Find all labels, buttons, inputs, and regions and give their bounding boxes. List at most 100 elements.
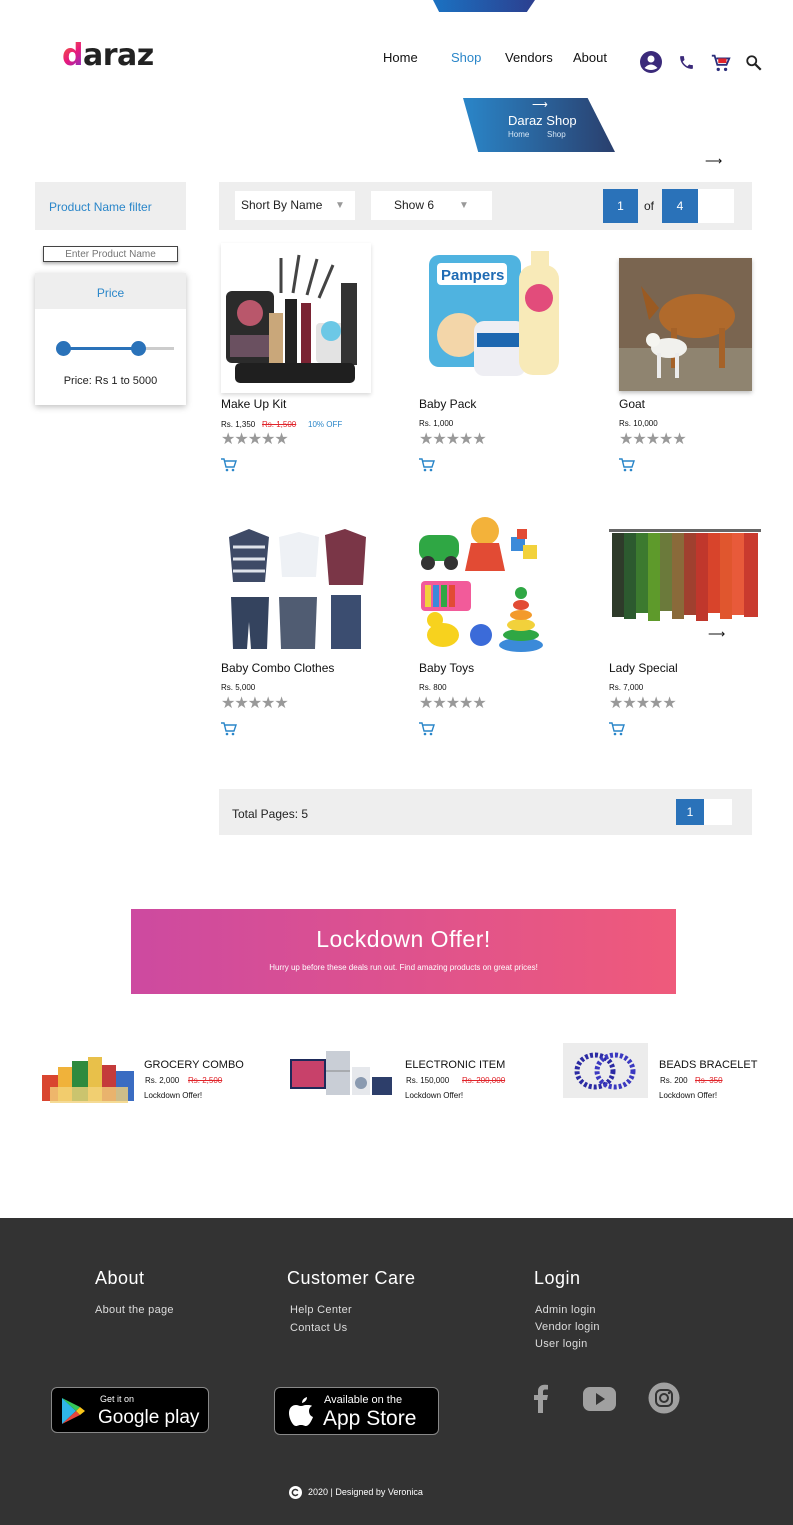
product-price: Rs. 1,000 (419, 419, 454, 428)
breadcrumb-home[interactable]: Home (508, 130, 529, 139)
star-rating[interactable]: ★★★★★ (221, 429, 289, 449)
product-name[interactable]: Baby Pack (419, 397, 476, 411)
footer-link-admin-login[interactable]: Admin login (535, 1304, 596, 1316)
footer (0, 1218, 793, 1525)
sort-select[interactable]: Short By Name ▼ (235, 191, 355, 220)
deal-image-bracelet[interactable] (563, 1043, 648, 1098)
google-play-big-text: Google play (98, 1407, 200, 1428)
product-name[interactable]: Goat (619, 397, 645, 411)
product-image-baby-toys[interactable] (413, 507, 553, 657)
deal-price: Rs. 200 (660, 1076, 688, 1085)
deal-note: Lockdown Offer! (405, 1091, 464, 1100)
star-rating[interactable]: ★★★★★ (619, 429, 687, 449)
price-slider-min-handle[interactable] (56, 341, 71, 356)
footer-care-title: Customer Care (287, 1268, 416, 1288)
product-image-goat[interactable] (619, 258, 752, 391)
google-play-icon (62, 1398, 85, 1424)
page-of-label: of (644, 199, 655, 213)
add-to-cart-icon[interactable] (619, 458, 635, 472)
copyright-text: 2020 | Designed by Veronica (308, 1487, 423, 1497)
arrow-right-icon[interactable]: ⟶ (705, 154, 722, 168)
instagram-icon[interactable] (648, 1382, 680, 1414)
footer-link-user-login[interactable]: User login (535, 1338, 588, 1350)
nav-shop[interactable]: Shop (451, 50, 481, 65)
deal-title[interactable]: GROCERY COMBO (144, 1059, 244, 1071)
add-to-cart-icon[interactable] (419, 458, 435, 472)
chevron-down-icon: ▼ (459, 200, 469, 211)
nav-about[interactable]: About (573, 50, 607, 65)
product-name[interactable]: Baby Combo Clothes (221, 661, 334, 675)
chevron-down-icon: ▼ (335, 200, 345, 211)
product-price: Rs. 800 (419, 683, 447, 692)
apple-icon (289, 1397, 313, 1426)
sort-select-label: Short By Name (241, 198, 323, 212)
price-title: Price (96, 286, 125, 300)
footer-login-title: Login (534, 1268, 581, 1288)
product-price: Rs. 10,000 (619, 419, 658, 428)
add-to-cart-icon[interactable] (419, 722, 435, 736)
footer-link-help-center[interactable]: Help Center (290, 1304, 352, 1316)
page-current[interactable]: 1 (603, 189, 638, 223)
product-price: Rs. 1,350 (221, 420, 256, 429)
footer-link-vendor-login[interactable]: Vendor login (535, 1321, 600, 1333)
page-button-1[interactable]: 1 (676, 799, 704, 825)
search-icon[interactable] (745, 54, 763, 72)
footer-link-about-page[interactable]: About the page (95, 1304, 174, 1316)
app-store-button[interactable]: Available on the App Store (274, 1387, 439, 1435)
deal-title[interactable]: BEADS BRACELET (659, 1059, 757, 1071)
star-rating[interactable]: ★★★★★ (419, 693, 487, 713)
product-price: Rs. 7,000 (609, 683, 644, 692)
product-image-makeup-kit[interactable] (221, 243, 371, 393)
nav-vendors[interactable]: Vendors (505, 50, 553, 65)
nav-home[interactable]: Home (383, 50, 418, 65)
cart-icon[interactable] (710, 52, 732, 74)
app-store-big-text: App Store (323, 1407, 417, 1430)
deal-old-price: Rs. 2,500 (188, 1076, 223, 1085)
add-to-cart-icon[interactable] (221, 458, 237, 472)
deal-image-grocery[interactable] (40, 1047, 138, 1105)
star-rating[interactable]: ★★★★★ (609, 693, 677, 713)
add-to-cart-icon[interactable] (221, 722, 237, 736)
user-icon[interactable] (640, 51, 662, 73)
show-count-label: Show 6 (394, 198, 435, 212)
google-play-button[interactable]: Get it on Google play (51, 1387, 209, 1433)
footer-link-contact-us[interactable]: Contact Us (290, 1322, 347, 1334)
discount-badge: 10% OFF (308, 420, 343, 429)
product-image-baby-pack[interactable]: Pampers (419, 243, 569, 393)
price-range-text: Price: Rs 1 to 5000 (63, 375, 158, 387)
product-name[interactable]: Lady Special (609, 661, 678, 675)
deal-image-electronics[interactable] (288, 1049, 396, 1097)
product-name[interactable]: Make Up Kit (221, 397, 286, 411)
filter-label: Product Name filter (49, 200, 152, 214)
breadcrumb-shop[interactable]: Shop (547, 130, 566, 139)
banner-arrow-icon: ⟶ (532, 99, 548, 111)
offer-subtitle: Hurry up before these deals run out. Fin… (269, 963, 538, 972)
page-next[interactable] (698, 189, 734, 223)
product-name[interactable]: Baby Toys (419, 661, 474, 675)
facebook-icon[interactable] (530, 1383, 550, 1413)
price-slider-fill (63, 347, 139, 350)
logo[interactable]: daraz (62, 38, 154, 73)
product-image-baby-combo-clothes[interactable] (221, 507, 371, 657)
product-price: Rs. 5,000 (221, 683, 256, 692)
deal-note: Lockdown Offer! (144, 1091, 203, 1100)
top-ribbon (433, 0, 535, 12)
add-to-cart-icon[interactable] (609, 722, 625, 736)
star-rating[interactable]: ★★★★★ (221, 693, 289, 713)
deal-old-price: Rs. 350 (695, 1076, 723, 1085)
deal-note: Lockdown Offer! (659, 1091, 718, 1100)
youtube-icon[interactable] (583, 1387, 616, 1411)
star-rating[interactable]: ★★★★★ (419, 429, 487, 449)
product-image-lady-special[interactable] (609, 527, 761, 637)
deal-title[interactable]: ELECTRONIC ITEM (405, 1059, 505, 1071)
arrow-right-icon[interactable]: ⟶ (708, 627, 725, 641)
phone-icon[interactable] (678, 54, 695, 71)
google-play-small-text: Get it on (100, 1394, 135, 1404)
show-count-select[interactable]: Show 6 ▼ (371, 191, 492, 220)
page-total[interactable]: 4 (662, 189, 698, 223)
banner-title: Daraz Shop (508, 113, 577, 128)
product-name-input[interactable] (43, 246, 178, 262)
page-button-next[interactable] (704, 799, 732, 825)
total-pages-label: Total Pages: 5 (232, 807, 309, 821)
svg-text:Pampers: Pampers (441, 267, 504, 284)
